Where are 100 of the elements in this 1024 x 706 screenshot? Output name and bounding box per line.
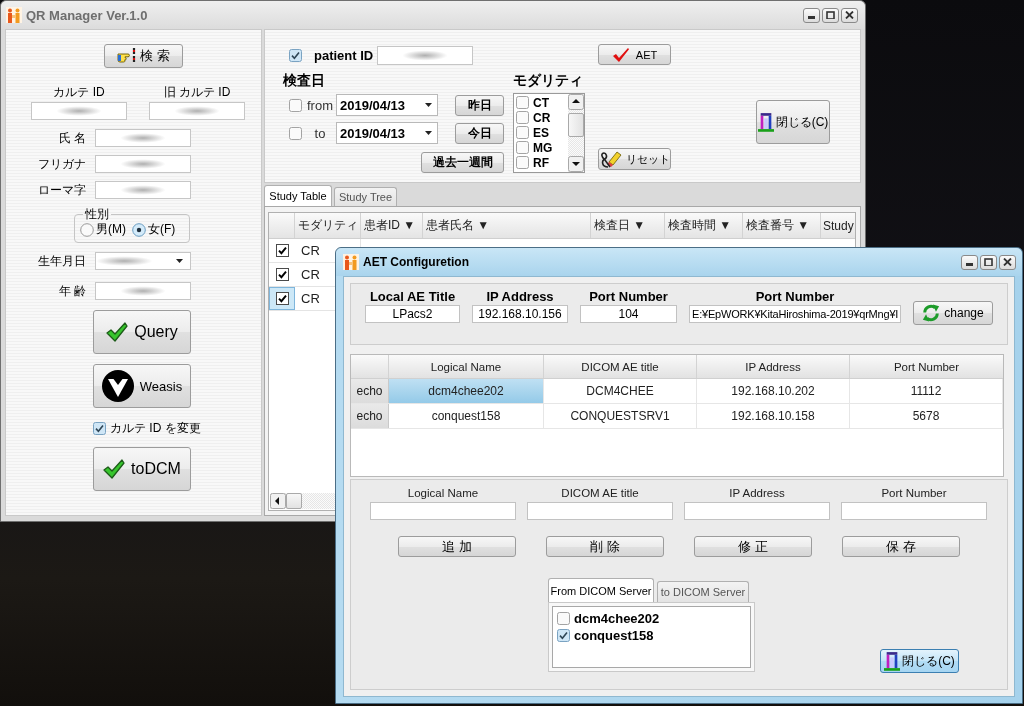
radio-button[interactable]	[132, 222, 146, 237]
input-field[interactable]	[95, 129, 191, 147]
maximize-button[interactable]	[980, 254, 997, 270]
input-field[interactable]: 192.168.10.156	[472, 305, 568, 323]
checkbox[interactable]	[275, 292, 289, 305]
input-field[interactable]	[95, 181, 191, 199]
checkbox[interactable]	[289, 48, 302, 62]
close-button[interactable]: 閉じる(C)	[880, 649, 959, 673]
checkbox[interactable]	[557, 611, 570, 625]
input-field[interactable]	[95, 282, 191, 300]
radio-label[interactable]: 男(M)	[96, 221, 126, 238]
checkbox[interactable]	[516, 156, 529, 169]
action-button[interactable]: Weasis	[93, 364, 191, 408]
dropdown-arrow-icon[interactable]	[425, 103, 432, 107]
scroll-down-icon[interactable]	[568, 156, 584, 172]
scroll-left-icon[interactable]	[270, 493, 286, 509]
column-header[interactable]: 検査番号 ▼	[743, 213, 821, 238]
input-field[interactable]: LPacs2	[365, 305, 460, 323]
date-shortcut-button[interactable]: 昨日	[455, 94, 504, 116]
input-field[interactable]	[31, 102, 127, 120]
checkbox-label[interactable]: conquest158	[574, 627, 654, 643]
action-button[interactable]: 保 存	[842, 536, 960, 557]
date-dropdown[interactable]: 2019/04/13	[336, 122, 438, 144]
close-button[interactable]: 閉じる(C)	[756, 100, 830, 144]
action-button[interactable]: 追 加	[398, 536, 516, 557]
tab[interactable]: Study Tree	[334, 187, 397, 206]
checkbox-label[interactable]: dcm4chee202	[574, 610, 660, 626]
checkbox[interactable]	[516, 111, 529, 124]
checkbox[interactable]	[516, 126, 529, 139]
input-field[interactable]	[377, 45, 474, 65]
table-cell[interactable]	[269, 287, 295, 310]
aet-button[interactable]: AET	[598, 44, 671, 65]
radio-button[interactable]	[80, 222, 94, 237]
pointing-hand-icon	[117, 48, 138, 64]
date-dropdown[interactable]: 2019/04/13	[336, 94, 438, 116]
checkbox-label[interactable]: patient ID	[314, 47, 374, 63]
list-item[interactable]: ES	[533, 125, 549, 140]
checkbox[interactable]	[516, 96, 529, 109]
field-label: 旧 カルテ ID	[163, 85, 231, 99]
column-header[interactable]: Port Number	[850, 355, 1003, 378]
column-header[interactable]: 検査日 ▼	[591, 213, 665, 238]
action-button[interactable]: 削 除	[546, 536, 664, 557]
date-shortcut-button[interactable]: 過去一週間	[421, 152, 504, 173]
date-shortcut-button[interactable]: 今日	[455, 122, 504, 144]
action-button[interactable]: 修 正	[694, 536, 812, 557]
tab[interactable]: Study Table	[264, 185, 332, 206]
list-item[interactable]: RF	[533, 155, 549, 170]
action-button[interactable]: toDCM	[93, 447, 191, 491]
column-header[interactable]: 患者ID ▼	[361, 213, 423, 238]
checkbox-label[interactable]: カルテ ID を変更	[110, 420, 201, 437]
radio-label[interactable]: 女(F)	[148, 221, 176, 238]
app-logo-icon	[6, 7, 22, 23]
input-field[interactable]	[684, 502, 830, 520]
field-label: 生年月日	[38, 254, 86, 268]
check-icon	[103, 459, 126, 479]
list-item[interactable]: CR	[533, 110, 551, 125]
minimize-button[interactable]	[961, 254, 978, 270]
checkbox[interactable]	[93, 422, 106, 435]
dropdown-arrow-icon[interactable]	[176, 259, 183, 263]
checkbox[interactable]	[275, 268, 289, 281]
echo-button[interactable]: echo	[351, 404, 389, 428]
column-header[interactable]: 患者氏名 ▼	[423, 213, 591, 238]
list-item[interactable]: CT	[533, 95, 549, 110]
input-field[interactable]: E:¥EpWORK¥KitaHiroshima-2019¥qrMng¥I	[689, 305, 901, 323]
close-button[interactable]	[999, 254, 1016, 270]
table-cell: 192.168.10.158	[697, 404, 850, 428]
input-field[interactable]	[841, 502, 987, 520]
input-field[interactable]	[527, 502, 673, 520]
column-header[interactable]: IP Address	[697, 355, 850, 378]
checkbox-label[interactable]: to	[304, 125, 336, 141]
dropdown-arrow-icon[interactable]	[425, 131, 432, 135]
column-header[interactable]: Study	[821, 213, 855, 238]
column-header[interactable]: 検査時間 ▼	[665, 213, 743, 238]
search-button[interactable]: 検 索	[104, 44, 183, 68]
checkbox[interactable]	[275, 244, 289, 257]
input-field[interactable]: 104	[580, 305, 677, 323]
column-header[interactable]: Logical Name	[389, 355, 544, 378]
door-icon	[757, 112, 774, 132]
checkbox[interactable]	[289, 98, 302, 112]
list-item[interactable]: MG	[533, 140, 553, 155]
checkbox-label[interactable]: from	[304, 97, 336, 113]
scroll-up-icon[interactable]	[568, 94, 584, 110]
table-cell[interactable]: dcm4chee202	[389, 379, 544, 403]
checkbox[interactable]	[516, 141, 529, 154]
tab[interactable]: to DICOM Server	[657, 581, 749, 602]
table-cell[interactable]: conquest158	[389, 404, 544, 428]
reset-button[interactable]: リセット	[598, 148, 671, 170]
change-button[interactable]: change	[913, 301, 993, 325]
scrollbar-thumb[interactable]	[568, 113, 584, 137]
column-header[interactable]: DICOM AE title	[544, 355, 697, 378]
checkbox[interactable]	[557, 628, 570, 642]
input-field[interactable]	[95, 155, 191, 173]
column-header[interactable]: モダリティ	[295, 213, 361, 238]
input-field[interactable]	[149, 102, 245, 120]
checkbox[interactable]	[289, 126, 302, 140]
echo-button[interactable]: echo	[351, 379, 389, 403]
tab[interactable]: From DICOM Server	[548, 578, 654, 602]
action-button[interactable]: Query	[93, 310, 191, 354]
input-field[interactable]	[370, 502, 516, 520]
scrollbar-thumb[interactable]	[286, 493, 302, 509]
